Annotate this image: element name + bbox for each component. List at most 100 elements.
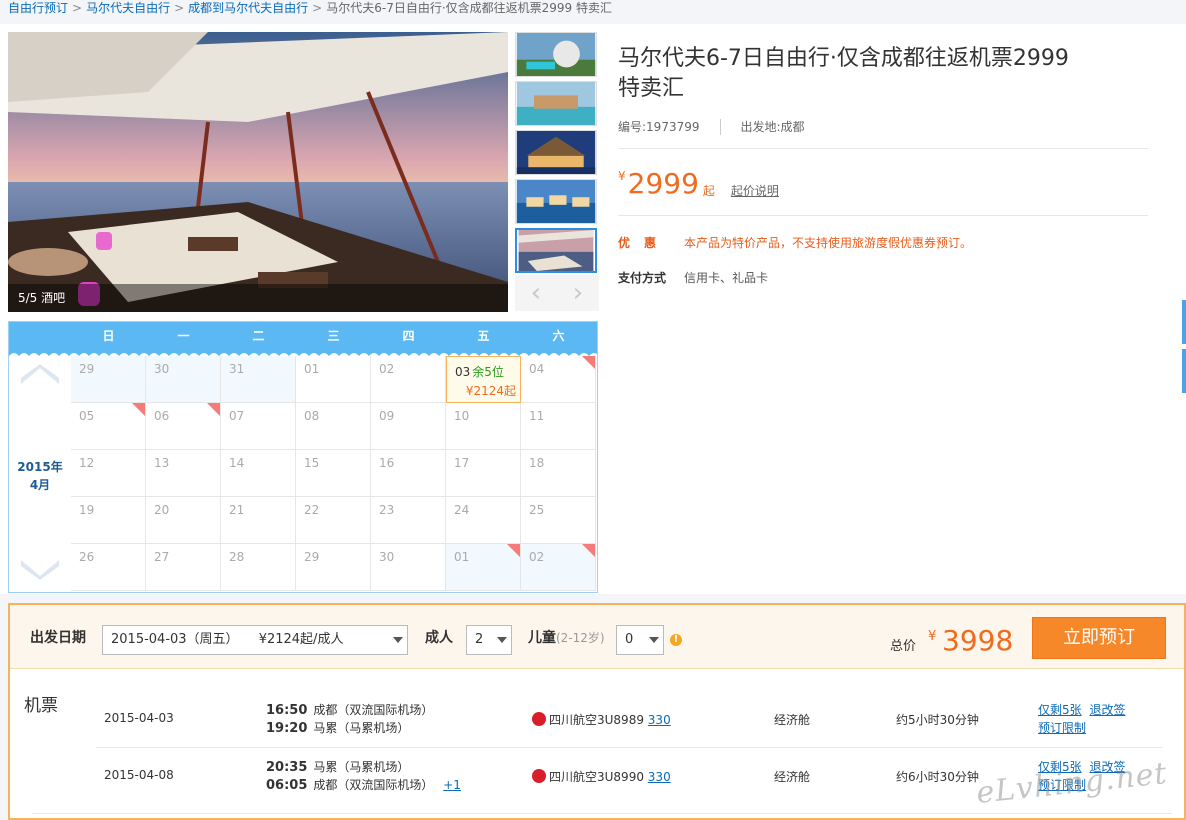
calendar-day[interactable]: 25 xyxy=(521,497,596,544)
calendar-day[interactable]: 24 xyxy=(446,497,521,544)
adult-select[interactable]: 2 xyxy=(466,625,512,655)
divider xyxy=(618,215,1148,216)
payment-row: 支付方式 信用卡、礼品卡 xyxy=(618,269,1148,286)
calendar-day[interactable]: 10 xyxy=(446,403,521,450)
total-currency: ¥ xyxy=(928,629,937,644)
main-photo[interactable]: 5/5 酒吧 xyxy=(8,32,508,312)
flight-cabin: 经济舱 xyxy=(774,770,811,784)
thumbnail-strip xyxy=(515,32,599,277)
calendar-day[interactable]: 31 xyxy=(221,356,296,403)
date-select[interactable]: 2015-04-03（周五） ¥2124起/成人 xyxy=(102,625,408,655)
child-select[interactable]: 0 xyxy=(616,625,664,655)
calendar-day[interactable]: 07 xyxy=(221,403,296,450)
breadcrumb-separator: > xyxy=(174,1,185,15)
calendar-day[interactable]: 14 xyxy=(221,450,296,497)
calendar-day-selected[interactable]: 03 余5位 ¥2124起 xyxy=(446,356,521,403)
calendar-day-number: 28 xyxy=(229,550,245,564)
calendar-day-number: 18 xyxy=(529,456,545,470)
calendar-day-number: 04 xyxy=(529,362,545,376)
flight-departure: 20:35 马累（马累机场） xyxy=(266,758,409,775)
total-price: 3998 xyxy=(942,624,1014,657)
calendar-header: 日一二三四五六 xyxy=(9,322,597,356)
calendar-day[interactable]: 06 xyxy=(146,403,221,450)
calendar-day[interactable]: 15 xyxy=(296,450,371,497)
calendar-day-number: 27 xyxy=(154,550,170,564)
calendar-day[interactable]: 05 xyxy=(71,403,146,450)
breadcrumb-link-chengdu-maldives[interactable]: 成都到马尔代夫自由行 xyxy=(188,1,308,15)
tickets-left-link[interactable]: 仅剩5张 xyxy=(1038,703,1082,717)
prev-month-icon[interactable] xyxy=(21,364,59,384)
next-month-icon[interactable] xyxy=(21,560,59,580)
calendar-day[interactable]: 19 xyxy=(71,497,146,544)
sichuan-airlines-logo-icon xyxy=(532,769,546,783)
prev-arrow-icon[interactable]: ‹ xyxy=(515,275,557,311)
child-label: 儿童(2-12岁) xyxy=(528,627,605,647)
thumbnail[interactable] xyxy=(515,81,597,126)
calendar-day[interactable]: 12 xyxy=(71,450,146,497)
calendar-day[interactable]: 27 xyxy=(146,544,221,591)
calendar-day[interactable]: 08 xyxy=(296,403,371,450)
calendar-day[interactable]: 17 xyxy=(446,450,521,497)
book-now-button[interactable]: 立即预订 xyxy=(1032,617,1166,659)
calendar-day[interactable]: 02 xyxy=(521,544,596,591)
chevron-down-icon xyxy=(649,637,659,643)
calendar-day[interactable]: 16 xyxy=(371,450,446,497)
calendar-day[interactable]: 04 xyxy=(521,356,596,403)
calendar-day[interactable]: 30 xyxy=(371,544,446,591)
calendar-day[interactable]: 13 xyxy=(146,450,221,497)
breadcrumb-link-maldives[interactable]: 马尔代夫自由行 xyxy=(86,1,170,15)
calendar-day[interactable]: 28 xyxy=(221,544,296,591)
next-arrow-icon[interactable]: › xyxy=(557,275,599,311)
breadcrumb-current: 马尔代夫6-7日自由行·仅含成都往返机票2999 特卖汇 xyxy=(326,1,613,15)
departure-airport: 成都（双流国际机场） xyxy=(313,703,434,717)
calendar-day[interactable]: 11 xyxy=(521,403,596,450)
calendar-day-number: 25 xyxy=(529,503,545,517)
airline-flight-no: 四川航空3U8989 xyxy=(549,713,644,727)
price-note-link[interactable]: 起价说明 xyxy=(731,182,779,199)
calendar-day[interactable]: 29 xyxy=(296,544,371,591)
thumbnail-active[interactable] xyxy=(515,228,597,273)
calendar-day[interactable]: 22 xyxy=(296,497,371,544)
product-meta: 编号: 1973799 出发地: 成都 xyxy=(618,118,1148,135)
side-tab[interactable] xyxy=(1182,349,1186,393)
calendar-day[interactable]: 09 xyxy=(371,403,446,450)
info-icon[interactable]: ! xyxy=(670,634,682,646)
promo-row: 优惠 本产品为特价产品，不支持使用旅游度假优惠券预订。 xyxy=(618,234,1148,251)
next-day-link[interactable]: +1 xyxy=(443,778,461,792)
side-tab[interactable] xyxy=(1182,300,1186,344)
calendar-day-number: 30 xyxy=(154,362,170,376)
weekday-header: 二 xyxy=(252,329,265,343)
seats-remaining: 余5位 xyxy=(472,365,504,379)
product-title-line: 特卖汇 xyxy=(618,76,685,101)
aircraft-type-link[interactable]: 330 xyxy=(648,770,671,784)
thumbnail-photo xyxy=(516,131,596,174)
thumbnail-photo xyxy=(516,82,596,125)
divider xyxy=(618,148,1148,149)
booking-limit-link[interactable]: 预订限制 xyxy=(1038,721,1086,735)
payment-methods: 信用卡、礼品卡 xyxy=(684,271,769,285)
aircraft-type-link[interactable]: 330 xyxy=(648,713,671,727)
calendar-day[interactable]: 01 xyxy=(296,356,371,403)
thumbnail[interactable] xyxy=(515,130,597,175)
calendar-day[interactable]: 29 xyxy=(71,356,146,403)
breadcrumb-link-free-travel[interactable]: 自由行预订 xyxy=(8,1,68,15)
calendar-day[interactable]: 02 xyxy=(371,356,446,403)
thumbnail[interactable] xyxy=(515,32,597,77)
total-label: 总价 xyxy=(890,639,917,654)
departure-airport: 马累（马累机场） xyxy=(313,760,410,774)
calendar-day[interactable]: 18 xyxy=(521,450,596,497)
calendar-day[interactable]: 23 xyxy=(371,497,446,544)
thumbnail[interactable] xyxy=(515,179,597,224)
calendar-day-number: 13 xyxy=(154,456,170,470)
calendar-month: 4月 xyxy=(29,478,51,492)
calendar-day[interactable]: 26 xyxy=(71,544,146,591)
calendar-day[interactable]: 21 xyxy=(221,497,296,544)
refund-change-link[interactable]: 退改签 xyxy=(1089,703,1125,717)
thumbnail-photo xyxy=(516,180,596,223)
calendar-day[interactable]: 20 xyxy=(146,497,221,544)
calendar-day-number: 23 xyxy=(379,503,395,517)
calendar-day[interactable]: 30 xyxy=(146,356,221,403)
price-value: 2999 xyxy=(627,167,699,200)
chevron-down-icon xyxy=(497,637,507,643)
calendar-day[interactable]: 01 xyxy=(446,544,521,591)
